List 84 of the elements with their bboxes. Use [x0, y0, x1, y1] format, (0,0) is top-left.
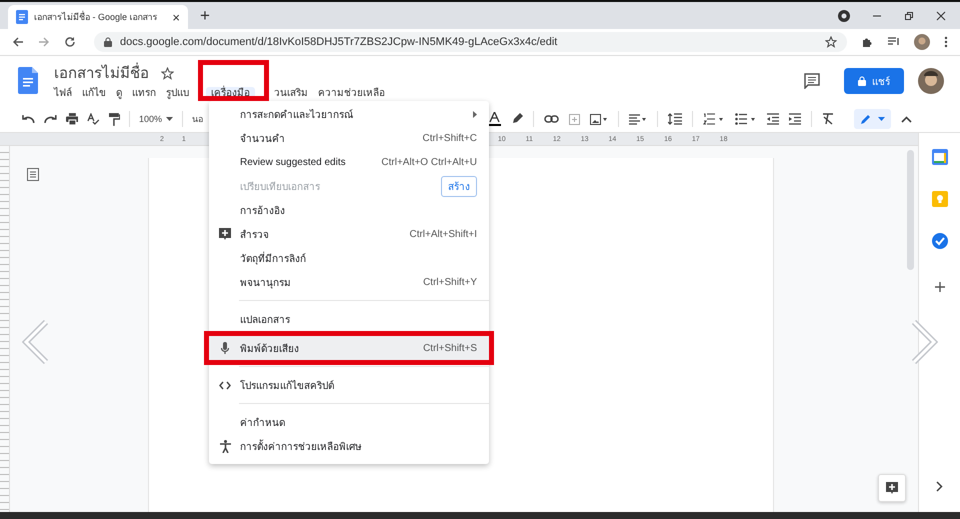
increase-indent-icon[interactable] — [789, 113, 802, 125]
explore-icon — [219, 228, 231, 240]
align-icon[interactable] — [629, 114, 648, 124]
restore-icon[interactable] — [904, 10, 914, 20]
image-icon[interactable] — [590, 114, 608, 124]
highlight-frame — [198, 60, 269, 101]
share-button[interactable]: แชร์ — [844, 68, 904, 94]
shortcut-text: Ctrl+Shift+S — [423, 342, 477, 354]
pencil-icon — [860, 113, 872, 125]
menu-item[interactable]: พิมพ์ด้วยเสียง Ctrl+Shift+S — [209, 336, 489, 360]
menu-item[interactable]: การตั้งค่าการช่วยเหลือพิเศษ — [209, 434, 489, 458]
more-icon[interactable] — [944, 36, 948, 48]
menu-item[interactable]: การสะกดคำและไวยากรณ์ — [209, 102, 489, 126]
reload-icon[interactable] — [64, 36, 76, 48]
playlist-icon[interactable] — [887, 36, 900, 48]
numbered-list-icon[interactable] — [703, 113, 726, 125]
shortcut-text: Ctrl+Alt+O Ctrl+Alt+U — [381, 156, 477, 168]
code-icon — [219, 380, 231, 390]
menu-item[interactable]: แทรก — [127, 87, 161, 101]
text-color-icon[interactable] — [488, 112, 502, 126]
menu-item[interactable]: วัตถุที่มีการลิงก์ — [209, 246, 489, 270]
plus-icon[interactable] — [934, 281, 946, 293]
line-spacing-icon[interactable] — [668, 113, 682, 125]
shortcut-text: Ctrl+Shift+C — [422, 132, 477, 144]
caret-icon — [878, 117, 886, 121]
menu-item[interactable]: ความช่วยเหลือ — [313, 87, 390, 101]
back-icon[interactable] — [12, 36, 24, 48]
shortcut-text: Ctrl+Shift+Y — [423, 276, 477, 288]
spellcheck-icon[interactable] — [87, 113, 100, 125]
shortcut-text: Ctrl+Alt+Shift+I — [409, 228, 477, 240]
lock-icon — [104, 37, 112, 47]
profile-badge-icon[interactable] — [838, 10, 850, 22]
docs-logo-icon[interactable] — [18, 67, 38, 94]
url-text: docs.google.com/document/d/18IvKoI58DHJ5Tr7ZBS2JCpw-IN5MK49-gLAceGx3x4c/edit — [120, 36, 558, 48]
document-icon — [16, 10, 28, 24]
menu-item[interactable]: โปรแกรมแก้ไขสคริปต์ — [209, 373, 489, 397]
explore-icon — [886, 482, 898, 494]
paint-format-icon[interactable] — [109, 112, 120, 126]
caret-icon — [166, 117, 174, 121]
print-icon[interactable] — [66, 113, 78, 125]
avatar-icon[interactable] — [918, 68, 944, 94]
tasks-icon[interactable] — [932, 233, 948, 249]
editing-mode-button[interactable] — [854, 109, 892, 129]
comment-icon[interactable] — [804, 73, 820, 89]
menu-item[interactable]: รูปแบ — [161, 87, 194, 101]
scrollbar[interactable] — [907, 150, 914, 270]
microphone-icon — [221, 342, 229, 354]
redo-icon[interactable] — [44, 114, 57, 124]
bulleted-list-icon[interactable] — [735, 113, 758, 125]
undo-icon[interactable] — [22, 114, 35, 124]
decrease-indent-icon[interactable] — [767, 113, 780, 125]
bookmark-star-icon[interactable] — [825, 36, 837, 48]
menu-item[interactable]: แปลเอกสาร — [209, 307, 489, 331]
lock-icon — [858, 76, 866, 86]
document-title[interactable]: เอกสารไม่มีชื่อ — [54, 61, 149, 85]
menu-item[interactable]: ค่ากำหนด — [209, 410, 489, 434]
menu-item[interactable]: ไฟล์ — [49, 87, 77, 101]
expand-panel-icon[interactable] — [936, 481, 943, 492]
close-tab-button[interactable]: × — [172, 10, 180, 24]
new-tab-button[interactable]: + — [200, 6, 210, 26]
menu-item[interactable]: แก้ไข — [77, 87, 111, 101]
calendar-icon[interactable] — [932, 149, 948, 165]
star-icon[interactable] — [161, 66, 174, 80]
menu-item[interactable]: การอ้างอิง — [209, 198, 489, 222]
link-icon[interactable] — [544, 115, 560, 123]
collapse-icon[interactable] — [901, 116, 912, 122]
menu-item[interactable]: วนเสริม — [269, 87, 313, 101]
highlighter-icon[interactable] — [511, 113, 524, 125]
clear-formatting-icon[interactable] — [822, 113, 834, 125]
address-field[interactable]: docs.google.com/document/d/18IvKoI58DHJ5Tr7ZBS2JCpw-IN5MK49-gLAceGx3x4c/edit — [94, 32, 847, 52]
menu-item[interactable]: จำนวนคำ Ctrl+Shift+C — [209, 126, 489, 150]
menu-item[interactable]: พจนานุกรม Ctrl+Shift+Y — [209, 270, 489, 294]
close-icon[interactable] — [936, 10, 946, 20]
menu-item[interactable]: Review suggested edits Ctrl+Alt+O Ctrl+Alt+U — [209, 150, 489, 174]
menu-item[interactable]: สำรวจ Ctrl+Alt+Shift+I — [209, 222, 489, 246]
menu-item[interactable]: ดู — [111, 87, 127, 101]
style-dropdown[interactable]: นอ — [192, 112, 204, 126]
browser-tab[interactable]: เอกสารไม่มีชื่อ - Google เอกสาร × — [8, 5, 188, 29]
outline-icon[interactable] — [27, 168, 39, 181]
explore-button[interactable] — [878, 474, 906, 502]
accessibility-icon — [220, 440, 230, 452]
puzzle-icon[interactable] — [861, 36, 873, 48]
tab-title: เอกสารไม่มีชื่อ - Google เอกสาร — [34, 10, 159, 24]
zoom-dropdown[interactable]: 100% — [139, 114, 174, 124]
